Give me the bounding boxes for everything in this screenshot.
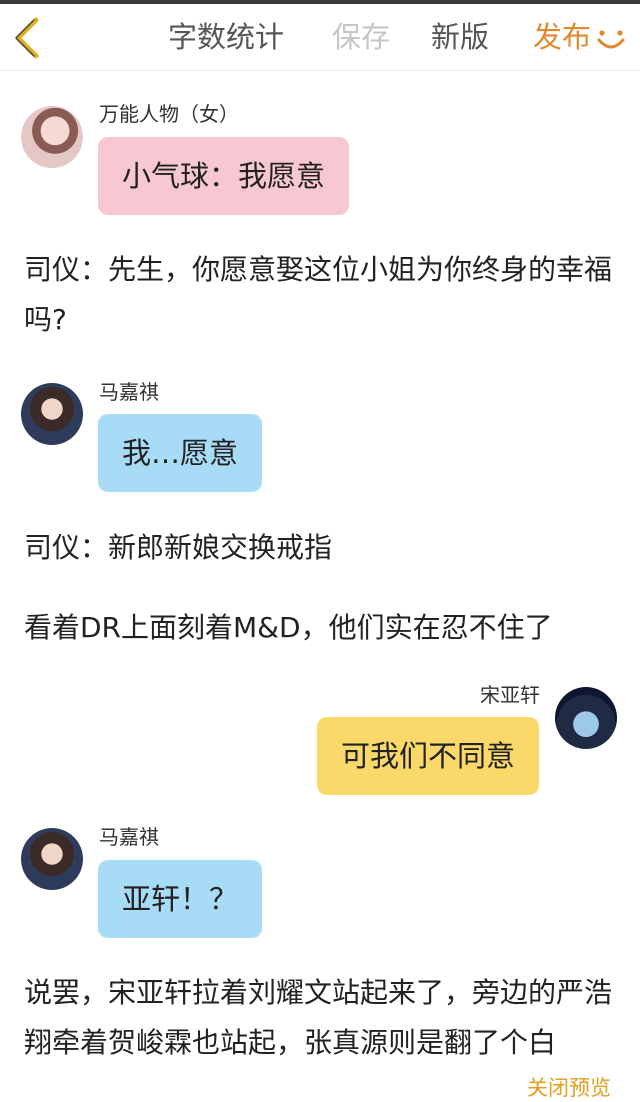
speaker-name: 马嘉祺 [99, 825, 159, 849]
chat-bubble: 可我们不同意 [316, 717, 539, 795]
chat-bubble: 亚轩！？ [98, 860, 263, 938]
publish-button[interactable]: 发布 [533, 17, 591, 57]
smile-icon[interactable] [596, 28, 626, 52]
speaker-name: 宋亚轩 [480, 683, 540, 707]
speaker-name: 马嘉祺 [99, 380, 159, 404]
save-button[interactable]: 保存 [332, 17, 390, 57]
speaker-name: 万能人物（女） [99, 102, 239, 126]
back-arrow-icon[interactable] [10, 16, 46, 60]
narration-text: 看着DR上面刻着M&D，他们实在忍不住了 [24, 611, 553, 644]
narration-text: 司仪：新郎新娘交换戒指 [24, 531, 333, 564]
word-count-button[interactable]: 字数统计 [168, 17, 284, 57]
avatar[interactable] [21, 828, 83, 890]
new-version-button[interactable]: 新版 [431, 17, 489, 57]
close-preview-button[interactable]: 关闭预览 [527, 1072, 611, 1102]
avatar[interactable] [21, 106, 83, 168]
chat-bubble: 小气球：我愿意 [98, 137, 350, 215]
avatar[interactable] [21, 383, 83, 445]
narration-text: 说罢，宋亚轩拉着刘耀文站起来了，旁边的严浩翔牵着贺峻霖也站起，张真源则是翻了个白 [24, 976, 613, 1059]
top-toolbar: 字数统计 保存 新版 发布 [0, 4, 640, 71]
chat-bubble: 我…愿意 [98, 414, 263, 492]
avatar[interactable] [555, 687, 617, 749]
narration-text: 司仪：先生，你愿意娶这位小姐为你终身的幸福吗? [24, 253, 613, 336]
